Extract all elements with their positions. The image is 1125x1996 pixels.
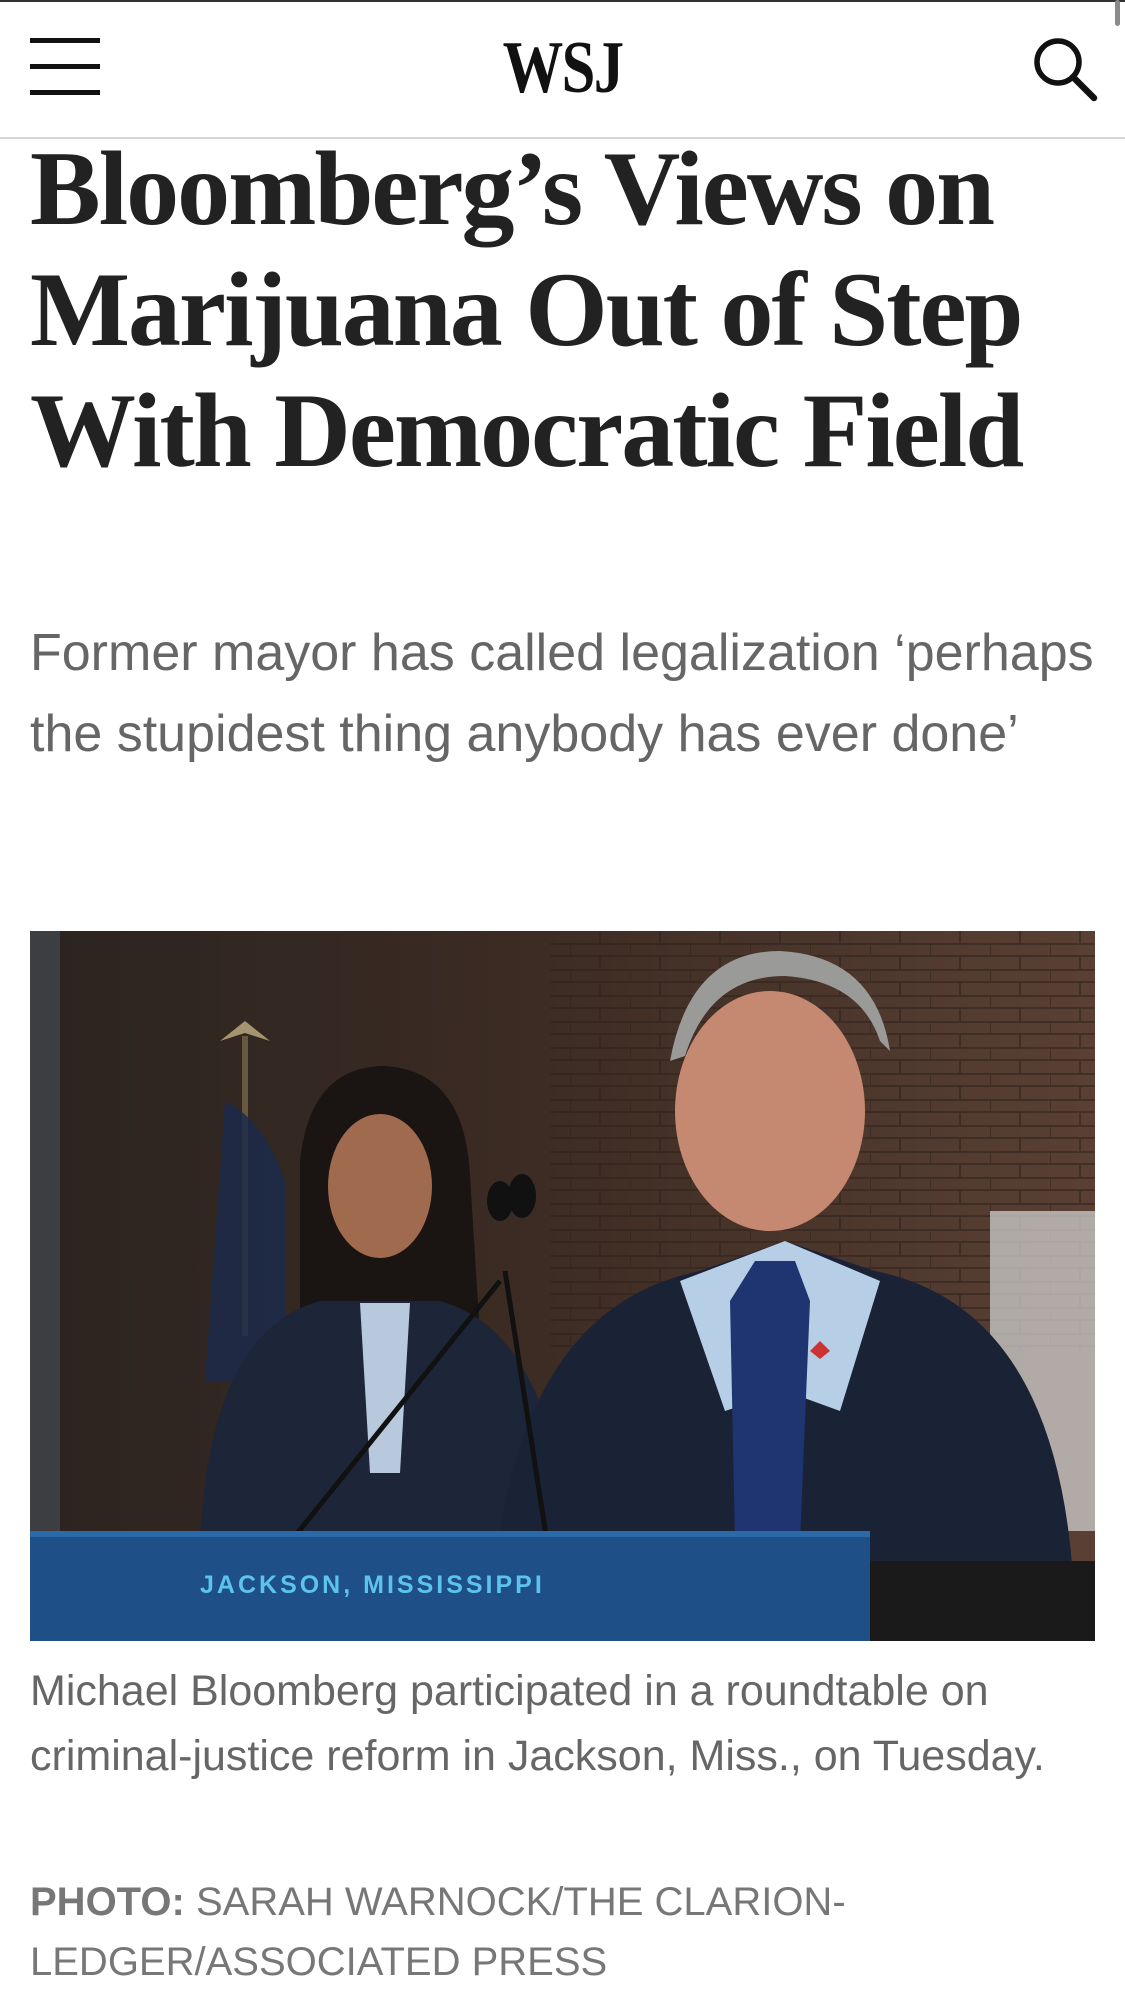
wsj-logo[interactable]: WSJ — [101, 28, 1024, 108]
photo-caption: Michael Bloomberg participated in a roun… — [30, 1667, 1045, 1780]
top-navigation-bar: WSJ — [0, 0, 1125, 139]
hamburger-menu-icon[interactable] — [28, 34, 104, 100]
photo-credit: PHOTO: SARAH WARNOCK/THE CLARION-LEDGER/… — [30, 1872, 1110, 1992]
search-icon[interactable] — [1030, 34, 1100, 104]
status-divider — [0, 0, 1125, 2]
article-headline: Bloomberg’s Views on Marijuana Out of St… — [30, 130, 1024, 489]
article-dek: Former mayor has called legalization ‘pe… — [30, 624, 1094, 763]
article-photo[interactable]: JACKSON, MISSISSIPPI — [30, 931, 1095, 1641]
podium-sign-text: JACKSON, MISSISSIPPI — [200, 1571, 545, 1599]
photo-credit-label: PHOTO: — [30, 1880, 185, 1924]
scroll-indicator[interactable] — [1115, 0, 1120, 26]
